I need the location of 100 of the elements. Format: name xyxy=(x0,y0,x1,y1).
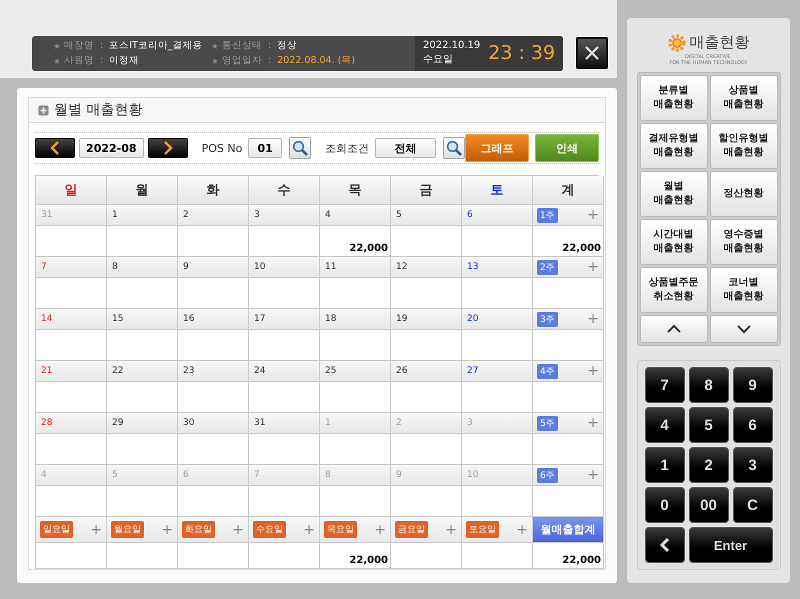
pos-field[interactable]: 01 xyxy=(248,138,282,158)
field-value: 2022.08.04. (목) xyxy=(277,54,356,67)
number-key[interactable]: 1 xyxy=(644,447,684,483)
day-cell: 18 xyxy=(320,309,391,330)
day-cell: 31 xyxy=(36,205,107,226)
weekday-badge[interactable]: 월요일 xyxy=(111,521,144,538)
weekday-badge[interactable]: 화요일 xyxy=(182,521,215,538)
filter-label: 조회조건 xyxy=(324,140,369,156)
day-cell: 26 xyxy=(391,361,462,382)
menu-button[interactable]: 분류별 매출현황 xyxy=(640,75,708,121)
total-cell: 22,000 xyxy=(533,543,604,569)
weekday-badge[interactable]: 일요일 xyxy=(40,521,73,538)
day-cell: 5 xyxy=(391,205,462,226)
number-key[interactable]: 9 xyxy=(732,367,772,403)
day-cell: 25 xyxy=(320,361,391,382)
day-cell: 7 xyxy=(36,257,107,278)
expand-plus[interactable]: + xyxy=(90,522,102,536)
menu-button[interactable]: 결제유형별 매출현황 xyxy=(640,123,708,169)
pos-label: POS No xyxy=(202,142,242,154)
day-cell: 22 xyxy=(107,361,178,382)
menu-button[interactable]: 할인유형별 매출현황 xyxy=(710,123,778,169)
number-key[interactable]: 4 xyxy=(644,407,684,443)
expand-plus[interactable]: + xyxy=(374,522,386,536)
column-header: 계 xyxy=(533,176,604,205)
expand-plus[interactable]: + xyxy=(232,522,244,536)
menu-button[interactable]: 시간대별 매출현황 xyxy=(640,219,708,265)
number-key[interactable]: C xyxy=(732,487,772,523)
day-cell: 31 xyxy=(249,413,320,434)
month-field[interactable]: 2022-08 xyxy=(78,138,144,158)
column-header: 화 xyxy=(178,176,249,205)
colon-text: : xyxy=(268,40,272,51)
day-cell: 24 xyxy=(249,361,320,382)
day-cell: 1 xyxy=(107,205,178,226)
date-text: 2022.10.19 xyxy=(423,39,480,53)
number-key[interactable]: 5 xyxy=(688,407,728,443)
day-cell: 29 xyxy=(107,413,178,434)
expand-plus[interactable]: + xyxy=(303,522,315,536)
week-badge[interactable]: 5주 xyxy=(537,416,558,430)
number-key[interactable]: 8 xyxy=(688,367,728,403)
menu-button[interactable]: 영수증별 매출현황 xyxy=(710,219,778,265)
menu-button[interactable]: 상품별주문 취소현황 xyxy=(640,267,708,313)
menu-button[interactable]: 코너별 매출현황 xyxy=(710,267,778,313)
weekday-badge[interactable]: 토요일 xyxy=(466,521,499,538)
day-cell: 27 xyxy=(462,361,533,382)
day-cell: 23 xyxy=(178,361,249,382)
expand-plus[interactable]: + xyxy=(587,260,599,274)
weekday-badge[interactable]: 목요일 xyxy=(324,521,357,538)
expand-plus[interactable]: + xyxy=(587,416,599,430)
page-title: 월별 매출현황 xyxy=(54,101,142,119)
expand-plus[interactable]: + xyxy=(445,522,457,536)
expand-plus[interactable]: + xyxy=(161,522,173,536)
number-key[interactable]: 00 xyxy=(688,487,728,523)
day-cell: 4 xyxy=(320,205,391,226)
expand-plus[interactable]: + xyxy=(587,312,599,326)
field-value: 정상 xyxy=(277,39,298,52)
column-header: 월 xyxy=(107,176,178,205)
week-badge[interactable]: 1주 xyxy=(537,208,558,222)
monthly-total-label: 월매출합계 xyxy=(533,517,604,543)
day-cell: 9 xyxy=(391,465,462,486)
day-cell: 28 xyxy=(36,413,107,434)
day-cell: 19 xyxy=(391,309,462,330)
day-cell: 2 xyxy=(178,205,249,226)
field-label: 매장명 xyxy=(64,39,94,52)
filter-field[interactable]: 전체 xyxy=(374,138,436,158)
day-cell: 11 xyxy=(320,257,391,278)
day-cell: 3 xyxy=(462,413,533,434)
number-key[interactable]: 2 xyxy=(688,447,728,483)
week-badge[interactable]: 2주 xyxy=(537,260,558,274)
menu-button[interactable]: 정산현황 xyxy=(710,171,778,217)
field-label: 통신상태 xyxy=(222,39,262,52)
colon-text: : xyxy=(100,55,104,66)
menu-button[interactable]: 월별 매출현황 xyxy=(640,171,708,217)
expand-plus[interactable]: + xyxy=(516,522,528,536)
day-cell: 20 xyxy=(462,309,533,330)
week-badge[interactable]: 3주 xyxy=(537,312,558,326)
graph-button[interactable]: 그래프 xyxy=(465,134,529,162)
enter-key[interactable]: Enter xyxy=(688,527,772,563)
expand-plus[interactable]: + xyxy=(587,468,599,482)
expand-plus[interactable]: + xyxy=(587,208,599,222)
weekday-badge[interactable]: 금요일 xyxy=(395,521,428,538)
day-cell: 6 xyxy=(178,465,249,486)
week-badge[interactable]: 6주 xyxy=(537,468,558,482)
expand-plus[interactable]: + xyxy=(587,364,599,378)
number-key[interactable]: 0 xyxy=(644,487,684,523)
weekday-badge[interactable]: 수요일 xyxy=(253,521,286,538)
day-cell: 9 xyxy=(178,257,249,278)
day-cell: 7 xyxy=(249,465,320,486)
day-cell: 30 xyxy=(178,413,249,434)
menu-button[interactable]: 상품별 매출현황 xyxy=(710,75,778,121)
number-key[interactable]: 3 xyxy=(732,447,772,483)
week-badge[interactable]: 4주 xyxy=(537,364,558,378)
number-key[interactable]: 6 xyxy=(732,407,772,443)
day-cell: 15 xyxy=(107,309,178,330)
logo-text: 매출현황 xyxy=(690,33,750,52)
weekday-text: 수요일 xyxy=(423,53,454,67)
print-button[interactable]: 인쇄 xyxy=(535,134,599,162)
day-cell: 2 xyxy=(391,413,462,434)
day-cell: 13 xyxy=(462,257,533,278)
number-key[interactable]: 7 xyxy=(644,367,684,403)
field-label: 영업일자 xyxy=(222,54,262,67)
